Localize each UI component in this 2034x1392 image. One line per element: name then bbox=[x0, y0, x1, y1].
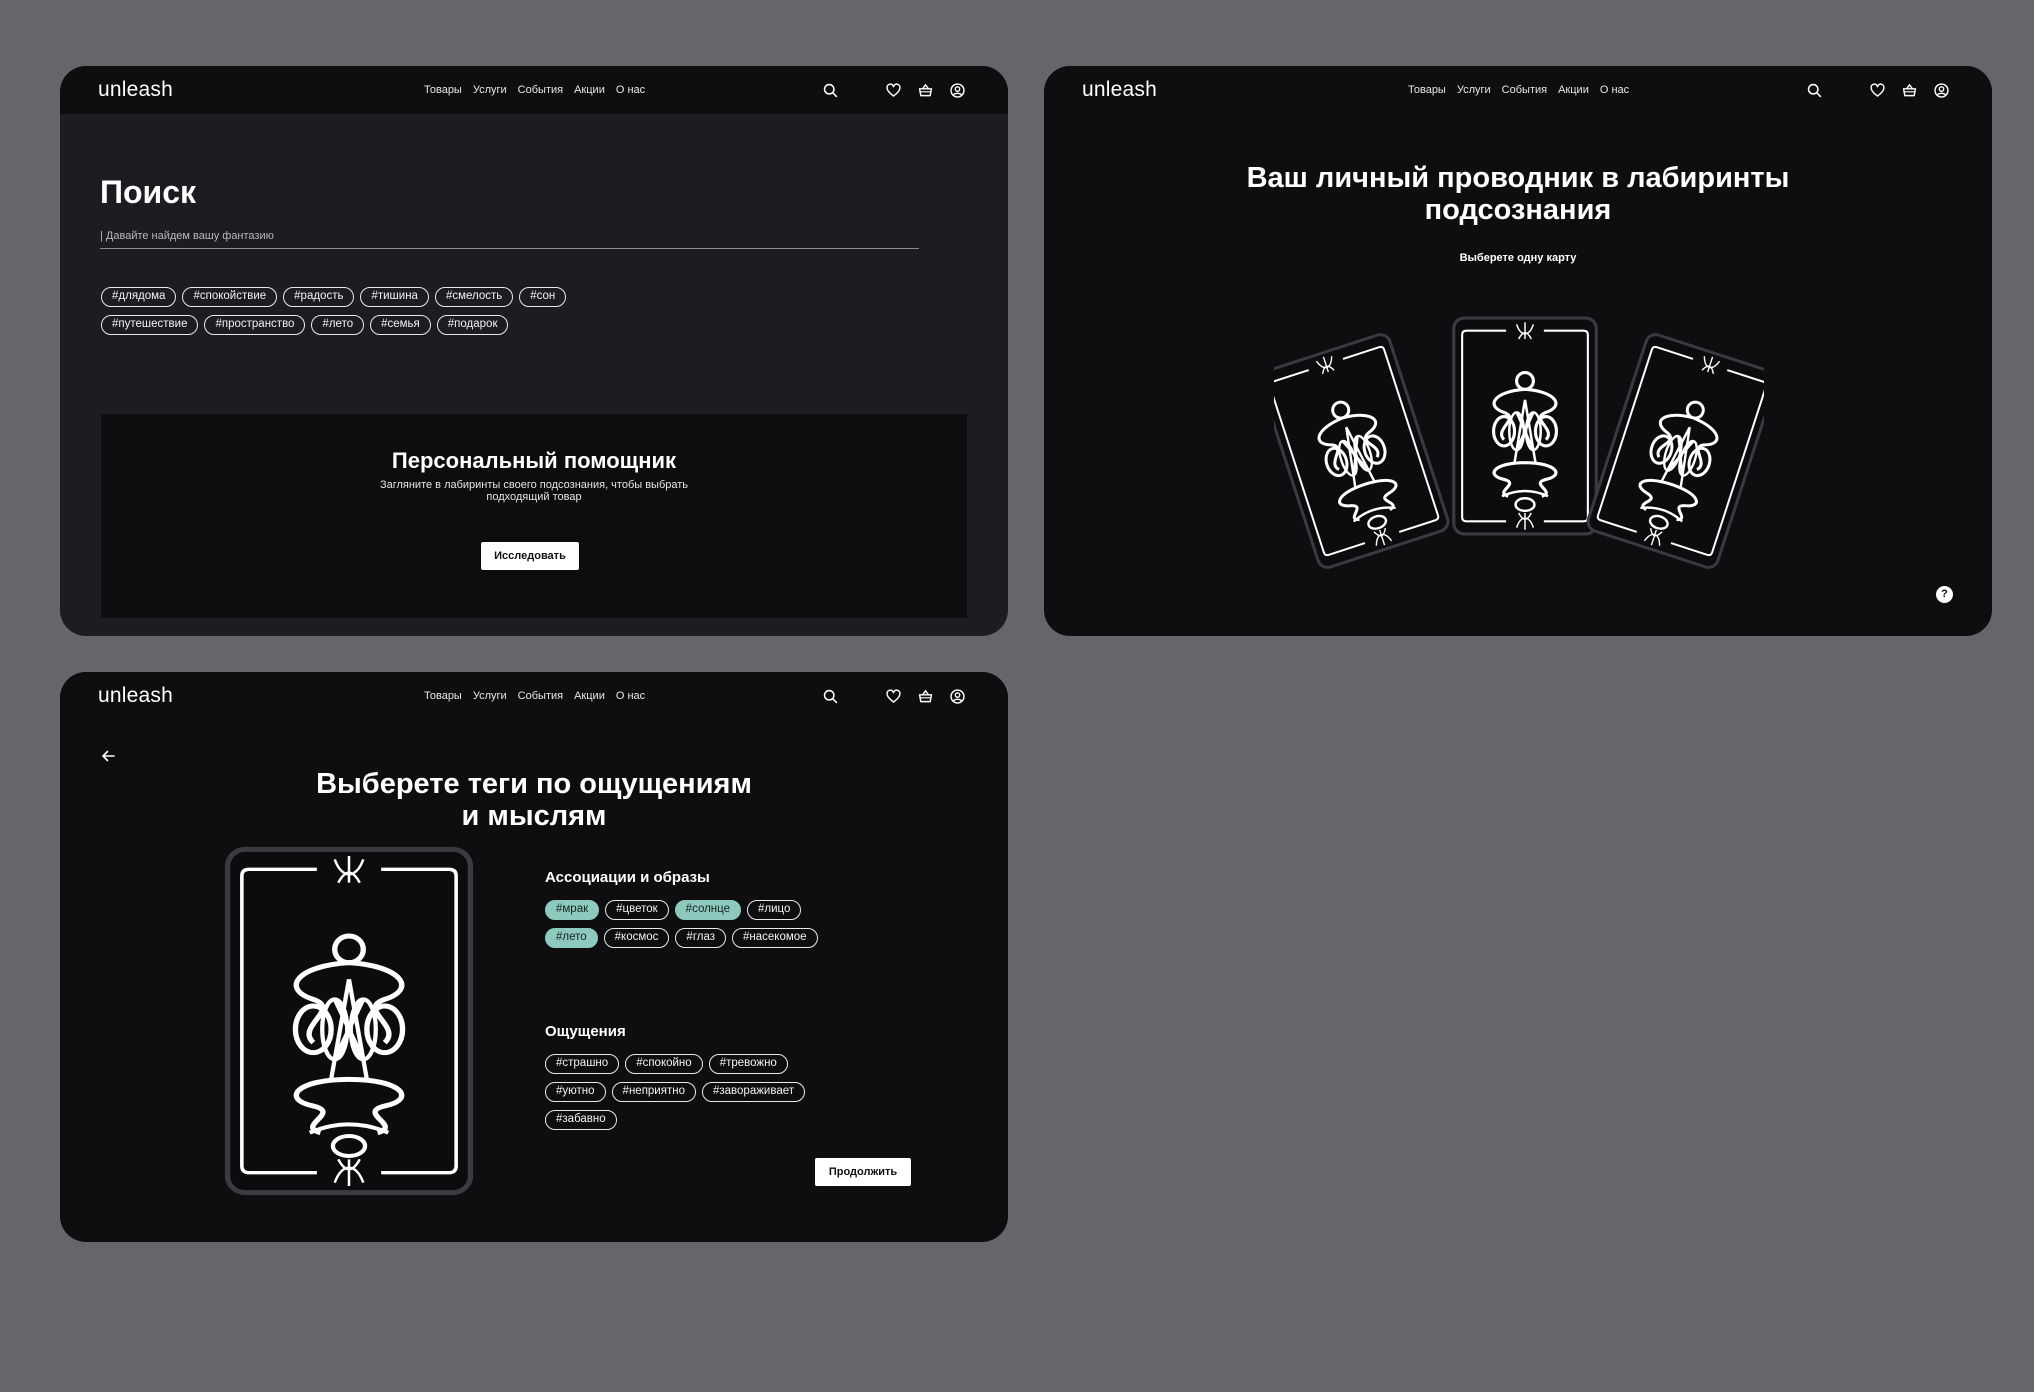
tag-chip[interactable]: #длядома bbox=[101, 287, 177, 307]
title-line2: подсознания bbox=[1424, 194, 1612, 226]
feel-heading: Ощущения bbox=[545, 1023, 626, 1040]
logo[interactable]: unleash bbox=[1082, 78, 1157, 102]
basket-icon[interactable] bbox=[1899, 80, 1919, 100]
menu-item-products[interactable]: Товары bbox=[1408, 84, 1446, 96]
menu-item-sales[interactable]: Акции bbox=[574, 690, 605, 702]
tag-chip[interactable]: #спокойствие bbox=[182, 287, 278, 307]
tag-chip[interactable]: #тишина bbox=[360, 287, 429, 307]
search-icon[interactable] bbox=[1804, 80, 1824, 100]
user-icon[interactable] bbox=[947, 686, 967, 706]
search-screen: unleash Товары Услуги События Акции О на… bbox=[60, 66, 1008, 636]
tag-chip[interactable]: #насекомое bbox=[732, 928, 818, 948]
logo[interactable]: unleash bbox=[98, 684, 173, 708]
main-menu: Товары Услуги События Акции О нас bbox=[424, 690, 645, 702]
heart-icon[interactable] bbox=[883, 686, 903, 706]
top-nav: unleash Товары Услуги События Акции О на… bbox=[60, 66, 1008, 114]
tag-chip[interactable]: #спокойно bbox=[625, 1054, 703, 1074]
assoc-heading: Ассоциации и образы bbox=[545, 869, 710, 886]
tag-chip[interactable]: #лицо bbox=[747, 900, 802, 920]
tag-chip[interactable]: #уютно bbox=[545, 1082, 606, 1102]
tarot-card-right[interactable] bbox=[1583, 330, 1764, 572]
menu-item-services[interactable]: Услуги bbox=[473, 690, 507, 702]
tag-chip[interactable]: #пространство bbox=[204, 315, 306, 335]
title-line1: Ваш личный проводник в лабиринты bbox=[1246, 162, 1790, 194]
assistant-promo: Персональный помощник Загляните в лабири… bbox=[101, 414, 967, 618]
promo-title: Персональный помощник bbox=[391, 448, 677, 473]
tag-chip[interactable]: #забавно bbox=[545, 1110, 617, 1130]
tarot-card-center[interactable] bbox=[1452, 316, 1598, 536]
tag-chip[interactable]: #цветок bbox=[605, 900, 669, 920]
top-nav: unleash Товары Услуги События Акции О на… bbox=[60, 672, 1008, 720]
basket-icon[interactable] bbox=[915, 686, 935, 706]
tag-chip[interactable]: #семья bbox=[370, 315, 431, 335]
tag-chip[interactable]: #радость bbox=[283, 287, 355, 307]
feel-tags: #страшно #спокойно #тревожно #уютно #неприя… bbox=[545, 1054, 805, 1138]
search-input[interactable]: | Давайте найдем вашу фантазию bbox=[100, 230, 919, 249]
help-button[interactable]: ? bbox=[1936, 586, 1953, 603]
back-arrow-icon[interactable] bbox=[100, 748, 116, 764]
tags-screen: unleash Товары Услуги События Акции О на… bbox=[60, 672, 1008, 1242]
tarot-card-left[interactable] bbox=[1274, 330, 1453, 572]
menu-item-sales[interactable]: Акции bbox=[1558, 84, 1589, 96]
subtitle: Выберете одну карту bbox=[1459, 252, 1577, 264]
heart-icon[interactable] bbox=[1867, 80, 1887, 100]
menu-item-services[interactable]: Услуги bbox=[473, 84, 507, 96]
tag-chip[interactable]: #страшно bbox=[545, 1054, 620, 1074]
logo[interactable]: unleash bbox=[98, 78, 173, 102]
tag-chip[interactable]: #подарок bbox=[436, 315, 509, 335]
menu-item-products[interactable]: Товары bbox=[424, 690, 462, 702]
tag-chip-selected[interactable]: #солнце bbox=[674, 900, 742, 920]
page-title: Ваш личный проводник в лабиринты подсозн… bbox=[1044, 162, 1992, 226]
tag-chip-selected[interactable]: #мрак bbox=[545, 900, 600, 920]
main-menu: Товары Услуги События Акции О нас bbox=[1408, 84, 1629, 96]
title-line1: Выберете теги по ощущениям bbox=[316, 768, 752, 800]
basket-icon[interactable] bbox=[915, 80, 935, 100]
user-icon[interactable] bbox=[947, 80, 967, 100]
page-title: Поиск bbox=[100, 174, 197, 210]
tag-chip[interactable]: #неприятно bbox=[611, 1082, 696, 1102]
tag-chip[interactable]: #тревожно bbox=[708, 1054, 788, 1074]
user-icon[interactable] bbox=[1931, 80, 1951, 100]
tarot-cards bbox=[1274, 316, 1764, 572]
tag-chip[interactable]: #глаз bbox=[675, 928, 727, 948]
top-nav: unleash Товары Услуги События Акции О на… bbox=[1044, 66, 1992, 114]
menu-item-events[interactable]: События bbox=[1502, 84, 1547, 96]
tag-chip-selected[interactable]: #лето bbox=[545, 928, 598, 948]
menu-item-about[interactable]: О нас bbox=[1600, 84, 1629, 96]
promo-text-line2: подходящий товар bbox=[486, 491, 582, 503]
promo-text-line1: Загляните в лабиринты своего подсознания… bbox=[379, 479, 689, 491]
menu-item-about[interactable]: О нас bbox=[616, 84, 645, 96]
menu-item-events[interactable]: События bbox=[518, 690, 563, 702]
menu-item-products[interactable]: Товары bbox=[424, 84, 462, 96]
search-icon[interactable] bbox=[820, 686, 840, 706]
tag-chip[interactable]: #сон bbox=[519, 287, 567, 307]
tag-chip[interactable]: #лето bbox=[311, 315, 365, 335]
tag-chip[interactable]: #путешествие bbox=[101, 315, 199, 335]
selected-tarot-card bbox=[224, 846, 474, 1196]
tag-chip[interactable]: #смелость bbox=[434, 287, 514, 307]
menu-item-events[interactable]: События bbox=[518, 84, 563, 96]
continue-button[interactable]: Продолжить bbox=[815, 1158, 911, 1186]
popular-tags: #длядома #спокойствие #радость #тишина #… bbox=[101, 287, 567, 343]
explore-button[interactable]: Исследовать bbox=[481, 542, 579, 570]
tag-chip[interactable]: #завораживает bbox=[701, 1082, 805, 1102]
page-title: Выберете теги по ощущениям и мыслям bbox=[60, 768, 1008, 832]
main-menu: Товары Услуги События Акции О нас bbox=[424, 84, 645, 96]
heart-icon[interactable] bbox=[883, 80, 903, 100]
menu-item-about[interactable]: О нас bbox=[616, 690, 645, 702]
menu-item-services[interactable]: Услуги bbox=[1457, 84, 1491, 96]
tag-chip[interactable]: #космос bbox=[603, 928, 670, 948]
menu-item-sales[interactable]: Акции bbox=[574, 84, 605, 96]
cards-screen: unleash Товары Услуги События Акции О на… bbox=[1044, 66, 1992, 636]
assoc-tags: #мрак #цветок #солнце #лицо #лето #космос #гл… bbox=[545, 900, 818, 956]
title-line2: и мыслям bbox=[461, 800, 607, 832]
search-icon[interactable] bbox=[820, 80, 840, 100]
